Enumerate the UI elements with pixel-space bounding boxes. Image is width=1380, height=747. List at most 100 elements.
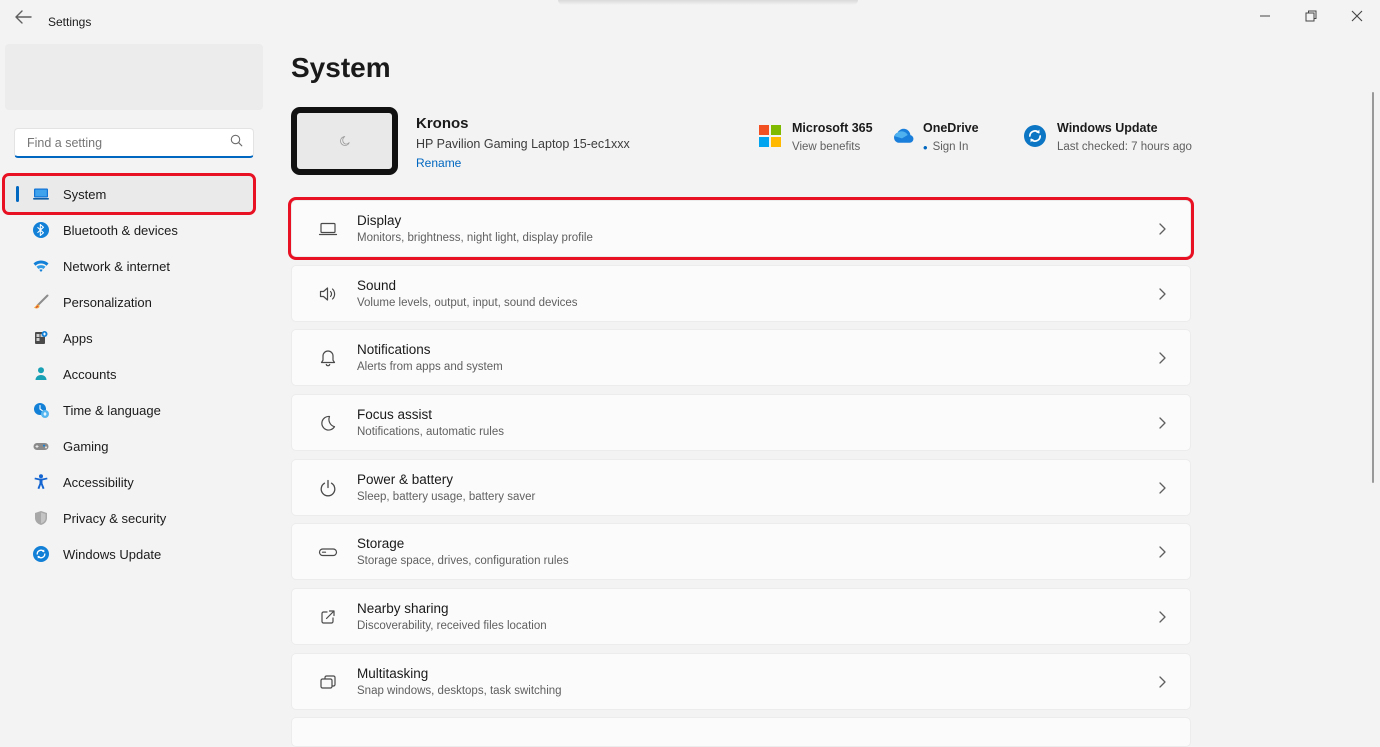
row-title: Focus assist [357, 406, 504, 423]
selected-indicator-pill [16, 186, 19, 202]
sidebar-item-personalization[interactable]: Personalization [5, 284, 253, 320]
settings-row-focus-assist[interactable]: Focus assist Notifications, automatic ru… [291, 394, 1191, 451]
onedrive-cloud-icon [888, 123, 914, 149]
row-title: Sound [357, 277, 578, 294]
status-card-subtitle: Last checked: 7 hours ago [1057, 139, 1192, 156]
status-card-windows-update[interactable]: Windows Update Last checked: 7 hours ago [1022, 120, 1192, 156]
search-box[interactable] [14, 128, 254, 158]
row-title: Nearby sharing [357, 600, 547, 617]
sidebar-item-apps[interactable]: Apps [5, 320, 253, 356]
focus-assist-icon [317, 412, 339, 434]
microsoft-365-logo [757, 123, 783, 149]
status-card-microsoft-365[interactable]: Microsoft 365 View benefits [757, 120, 873, 156]
sidebar-item-label: Apps [63, 331, 93, 346]
nearby-sharing-icon [317, 606, 339, 628]
status-card-title: Microsoft 365 [792, 120, 873, 137]
row-title: Multitasking [357, 665, 562, 682]
sidebar-item-label: Network & internet [63, 259, 170, 274]
sidebar-item-label: Gaming [63, 439, 109, 454]
sidebar-item-bluetooth-devices[interactable]: Bluetooth & devices [5, 212, 253, 248]
status-card-subtitle: View benefits [792, 139, 873, 156]
windows-update-status-icon [1022, 123, 1048, 149]
rename-link[interactable]: Rename [416, 156, 461, 170]
minimize-button[interactable] [1242, 0, 1288, 32]
chevron-right-icon [1158, 610, 1168, 624]
row-subtitle: Discoverability, received files location [357, 619, 547, 634]
sidebar-item-network-internet[interactable]: Network & internet [5, 248, 253, 284]
restore-button[interactable] [1288, 0, 1334, 32]
device-model: HP Pavilion Gaming Laptop 15-ec1xxx [416, 137, 630, 151]
sidebar-item-windows-update[interactable]: Windows Update [5, 536, 253, 572]
sidebar-item-time-language[interactable]: Time & language [5, 392, 253, 428]
device-image [291, 107, 398, 175]
row-subtitle: Storage space, drives, configuration rul… [357, 554, 569, 569]
settings-row-display[interactable]: Display Monitors, brightness, night ligh… [291, 200, 1191, 257]
chevron-right-icon [1158, 351, 1168, 365]
scrollbar-thumb[interactable] [1372, 92, 1374, 483]
storage-icon [317, 541, 339, 563]
settings-row-storage[interactable]: Storage Storage space, drives, configura… [291, 523, 1191, 580]
search-input[interactable] [15, 136, 230, 150]
chevron-right-icon [1158, 287, 1168, 301]
sidebar-item-system[interactable]: System [5, 176, 253, 212]
top-shadow-strip [558, 0, 858, 5]
back-icon[interactable] [14, 9, 34, 25]
row-subtitle: Notifications, automatic rules [357, 425, 504, 440]
row-title: Storage [357, 535, 569, 552]
status-bullet: • [923, 139, 928, 156]
sidebar-item-gaming[interactable]: Gaming [5, 428, 253, 464]
status-card-onedrive[interactable]: OneDrive • Sign In [888, 120, 979, 156]
page-title: System [291, 52, 391, 84]
search-icon [230, 134, 243, 152]
account-banner-placeholder [5, 44, 263, 110]
settings-row-nearby-sharing[interactable]: Nearby sharing Discoverability, received… [291, 588, 1191, 645]
sidebar-item-privacy-security[interactable]: Privacy & security [5, 500, 253, 536]
row-subtitle: Snap windows, desktops, task switching [357, 684, 562, 699]
row-subtitle: Alerts from apps and system [357, 360, 503, 375]
accounts-icon [32, 365, 50, 383]
chevron-right-icon [1158, 675, 1168, 689]
settings-row-partial[interactable] [291, 717, 1191, 747]
settings-row-power-battery[interactable]: Power & battery Sleep, battery usage, ba… [291, 459, 1191, 516]
sidebar-item-label: Time & language [63, 403, 161, 418]
settings-row-multitasking[interactable]: Multitasking Snap windows, desktops, tas… [291, 653, 1191, 710]
personalization-icon [32, 293, 50, 311]
device-logo-icon [338, 134, 352, 148]
chevron-right-icon [1158, 416, 1168, 430]
title-bar: Settings [0, 0, 1380, 32]
window-controls [1242, 0, 1380, 32]
chevron-right-icon [1158, 222, 1168, 236]
network-icon [32, 257, 50, 275]
windows-update-icon [32, 545, 50, 563]
sidebar-item-label: Bluetooth & devices [63, 223, 178, 238]
settings-row-notifications[interactable]: Notifications Alerts from apps and syste… [291, 329, 1191, 386]
sidebar-item-label: Personalization [63, 295, 152, 310]
bluetooth-icon [32, 221, 50, 239]
status-card-title: OneDrive [923, 120, 979, 137]
close-button[interactable] [1334, 0, 1380, 32]
device-name: Kronos [416, 115, 469, 132]
sound-icon [317, 283, 339, 305]
row-title: Power & battery [357, 471, 535, 488]
sidebar-item-label: Accounts [63, 367, 116, 382]
accessibility-icon [32, 473, 50, 491]
time-language-icon [32, 401, 50, 419]
system-icon [32, 185, 50, 203]
row-subtitle: Monitors, brightness, night light, displ… [357, 231, 593, 246]
settings-row-sound[interactable]: Sound Volume levels, output, input, soun… [291, 265, 1191, 322]
multitasking-icon [317, 671, 339, 693]
privacy-security-icon [32, 509, 50, 527]
notifications-icon [317, 347, 339, 369]
sidebar-item-label: Privacy & security [63, 511, 166, 526]
chevron-right-icon [1158, 545, 1168, 559]
row-title: Notifications [357, 341, 503, 358]
display-icon [317, 218, 339, 240]
apps-icon [32, 329, 50, 347]
power-battery-icon [317, 477, 339, 499]
gaming-icon [32, 437, 50, 455]
sign-in-link[interactable]: Sign In [933, 139, 969, 156]
status-card-title: Windows Update [1057, 120, 1192, 137]
sidebar-item-label: System [63, 187, 106, 202]
sidebar-item-accounts[interactable]: Accounts [5, 356, 253, 392]
sidebar-item-accessibility[interactable]: Accessibility [5, 464, 253, 500]
